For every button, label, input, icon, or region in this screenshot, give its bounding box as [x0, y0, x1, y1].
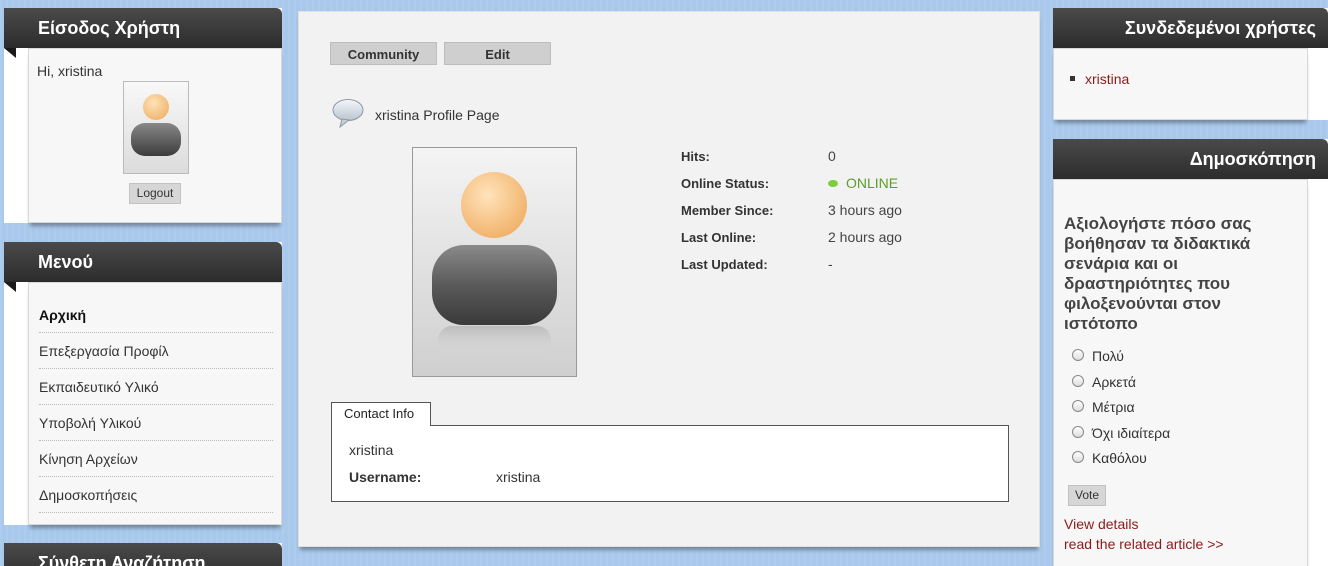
online-users-module: Συνδεδεμένοι χρήστες xristina	[1053, 8, 1328, 120]
speech-bubble-icon	[331, 98, 365, 129]
related-article-link[interactable]: read the related article >>	[1064, 536, 1224, 552]
poll-option[interactable]: Όχι ιδιαίτερα	[1072, 425, 1170, 441]
profile-main-panel: Community Edit xristina Profile Page Hit…	[298, 11, 1040, 547]
profile-page-title: xristina Profile Page	[375, 107, 500, 123]
menu-item-educational-material[interactable]: Εκπαιδευτικό Υλικό	[39, 369, 273, 405]
poll-title: Δημοσκόπηση	[1053, 139, 1328, 189]
login-module-title: Είσοδος Χρήστη	[4, 8, 282, 58]
online-status-value: ONLINE	[828, 175, 898, 191]
user-avatar-small	[123, 81, 189, 174]
online-status-icon	[828, 179, 838, 187]
poll-module: Δημοσκόπηση Αξιολογήστε πόσο σας βοήθησα…	[1053, 139, 1328, 566]
poll-option[interactable]: Μέτρια	[1072, 399, 1135, 415]
advanced-search-title: Σύνθετη Αναζήτηση	[4, 543, 282, 566]
username-label: Username:	[349, 469, 422, 485]
greeting-text: Hi, xristina	[37, 63, 103, 79]
online-users-body: xristina	[1053, 48, 1308, 120]
contact-name: xristina	[349, 442, 394, 458]
last-updated-label: Last Updated:	[681, 257, 768, 272]
tab-community[interactable]: Community	[330, 42, 437, 65]
vote-button[interactable]: Vote	[1068, 485, 1106, 506]
menu-item-file-activity[interactable]: Κίνηση Αρχείων	[39, 441, 273, 477]
contact-info-panel: xristina Username: xristina	[331, 425, 1009, 502]
menu-item-polls[interactable]: Δημοσκοπήσεις	[39, 477, 273, 513]
hits-value: 0	[828, 148, 836, 164]
poll-option[interactable]: Πολύ	[1072, 348, 1124, 364]
online-status-label: Online Status:	[681, 176, 770, 191]
hits-label: Hits:	[681, 149, 710, 164]
tab-edit[interactable]: Edit	[444, 42, 551, 65]
username-value: xristina	[496, 469, 541, 485]
avatar-person-icon	[131, 94, 181, 156]
poll-option-label: Αρκετά	[1092, 374, 1136, 390]
last-updated-value: -	[828, 256, 833, 272]
radio-button[interactable]	[1072, 375, 1084, 388]
online-user-item[interactable]: xristina	[1070, 71, 1129, 87]
menu-module: Μενού Αρχική Επεξεργασία Προφίλ Εκπαιδευ…	[4, 242, 282, 525]
poll-option-label: Καθόλου	[1092, 450, 1147, 466]
poll-option-label: Όχι ιδιαίτερα	[1092, 425, 1171, 441]
radio-button[interactable]	[1072, 426, 1084, 439]
radio-button[interactable]	[1072, 451, 1084, 464]
menu-module-title: Μενού	[4, 242, 282, 292]
menu-list: Αρχική Επεξεργασία Προφίλ Εκπαιδευτικό Υ…	[39, 297, 273, 513]
poll-option[interactable]: Καθόλου	[1072, 450, 1147, 466]
online-status-text: ONLINE	[846, 175, 899, 191]
logout-button[interactable]: Logout	[129, 183, 181, 204]
radio-button[interactable]	[1072, 349, 1084, 362]
login-module-body: Hi, xristina Logout	[28, 48, 282, 223]
avatar-person-icon	[432, 172, 557, 356]
menu-module-body: Αρχική Επεξεργασία Προφίλ Εκπαιδευτικό Υ…	[28, 282, 282, 525]
contact-info-tab[interactable]: Contact Info	[331, 402, 431, 426]
login-module: Είσοδος Χρήστη Hi, xristina Logout	[4, 8, 282, 223]
member-since-label: Member Since:	[681, 203, 774, 218]
poll-option-label: Πολύ	[1092, 348, 1124, 364]
last-online-label: Last Online:	[681, 230, 757, 245]
online-users-title: Συνδεδεμένοι χρήστες	[1053, 8, 1328, 58]
last-online-value: 2 hours ago	[828, 229, 902, 245]
member-since-value: 3 hours ago	[828, 202, 902, 218]
poll-option-label: Μέτρια	[1092, 399, 1135, 415]
poll-body: Αξιολογήστε πόσο σας βοήθησαν τα διδακτι…	[1053, 179, 1308, 566]
online-users-list: xristina	[1070, 71, 1129, 87]
menu-item-submit-material[interactable]: Υποβολή Υλικού	[39, 405, 273, 441]
poll-question: Αξιολογήστε πόσο σας βοήθησαν τα διδακτι…	[1064, 214, 1252, 333]
view-details-link[interactable]: View details	[1064, 516, 1138, 532]
radio-button[interactable]	[1072, 400, 1084, 413]
menu-item-home[interactable]: Αρχική	[39, 297, 273, 333]
advanced-search-module: Σύνθετη Αναζήτηση	[4, 543, 282, 566]
menu-item-edit-profile[interactable]: Επεξεργασία Προφίλ	[39, 333, 273, 369]
user-avatar-large	[412, 147, 577, 377]
poll-option[interactable]: Αρκετά	[1072, 374, 1136, 390]
